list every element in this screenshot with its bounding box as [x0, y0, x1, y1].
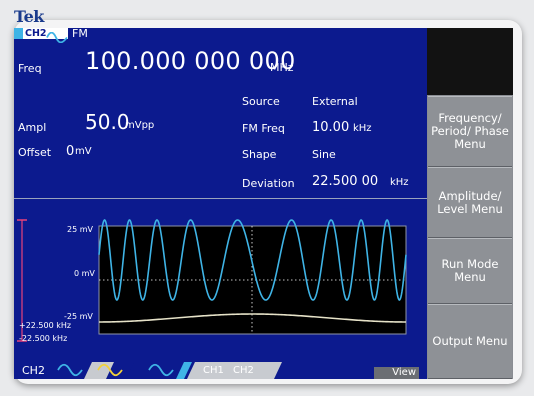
modulation-type: FM [72, 28, 88, 40]
channel-color-indicator [14, 28, 23, 39]
softkey-blank [427, 28, 513, 95]
brand-logo: Tek [14, 7, 44, 26]
fm-freq-unit: kHz [353, 123, 372, 134]
scale-top-label: 25 mV [67, 225, 93, 234]
ampl-label: Ampl [18, 121, 47, 134]
ampl-value[interactable]: 50.0 [85, 110, 130, 134]
scale-mid-label: 0 mV [74, 269, 95, 278]
offset-unit: mV [75, 146, 92, 157]
fm-freq-value[interactable]: 10.00 [312, 120, 349, 135]
freq-value[interactable]: 100.000 000 000 [85, 47, 296, 75]
instrument-screen: CH2 FM Freq 100.000 000 000 MHz Source E… [14, 28, 513, 379]
fm-shape-value[interactable]: Sine [312, 148, 336, 161]
deviation-label: Deviation [242, 177, 295, 190]
fm-source-label: Source [242, 95, 280, 108]
deviation-unit: kHz [390, 177, 409, 188]
offset-label: Offset [18, 146, 52, 159]
softkey-output[interactable]: Output Menu [428, 304, 512, 379]
sine-waveform-icon [46, 28, 68, 44]
softkey-amplitude-level[interactable]: Amplitude/ Level Menu [428, 167, 512, 238]
ch1-tab[interactable]: CH1 [203, 365, 224, 376]
offset-value[interactable]: 0 [66, 144, 74, 159]
fm-shape-label: Shape [242, 148, 277, 161]
softkey-column: Frequency/ Period/ Phase Menu Amplitude/… [427, 28, 513, 379]
deviation-minus-label: -22.500 kHz [19, 334, 68, 343]
scale-bottom-label: -25 mV [64, 312, 93, 321]
deviation-value[interactable]: 22.500 00 [312, 174, 378, 189]
freq-unit: MHz [270, 61, 294, 74]
ampl-unit: mVpp [125, 120, 155, 131]
ch2-tab[interactable]: CH2 [233, 365, 254, 376]
freq-label: Freq [18, 62, 42, 75]
bottom-channel-label[interactable]: CH2 [22, 364, 45, 377]
softkey-run-mode[interactable]: Run Mode Menu [428, 238, 512, 304]
fm-source-value[interactable]: External [312, 95, 358, 108]
view-button[interactable]: View [374, 367, 419, 379]
softkey-frequency-period-phase[interactable]: Frequency/ Period/ Phase Menu [428, 96, 512, 167]
deviation-plus-label: +22.500 kHz [19, 321, 72, 330]
waveform-display [17, 219, 407, 342]
fm-freq-label: FM Freq [242, 122, 285, 135]
channel-label[interactable]: CH2 [23, 28, 49, 39]
